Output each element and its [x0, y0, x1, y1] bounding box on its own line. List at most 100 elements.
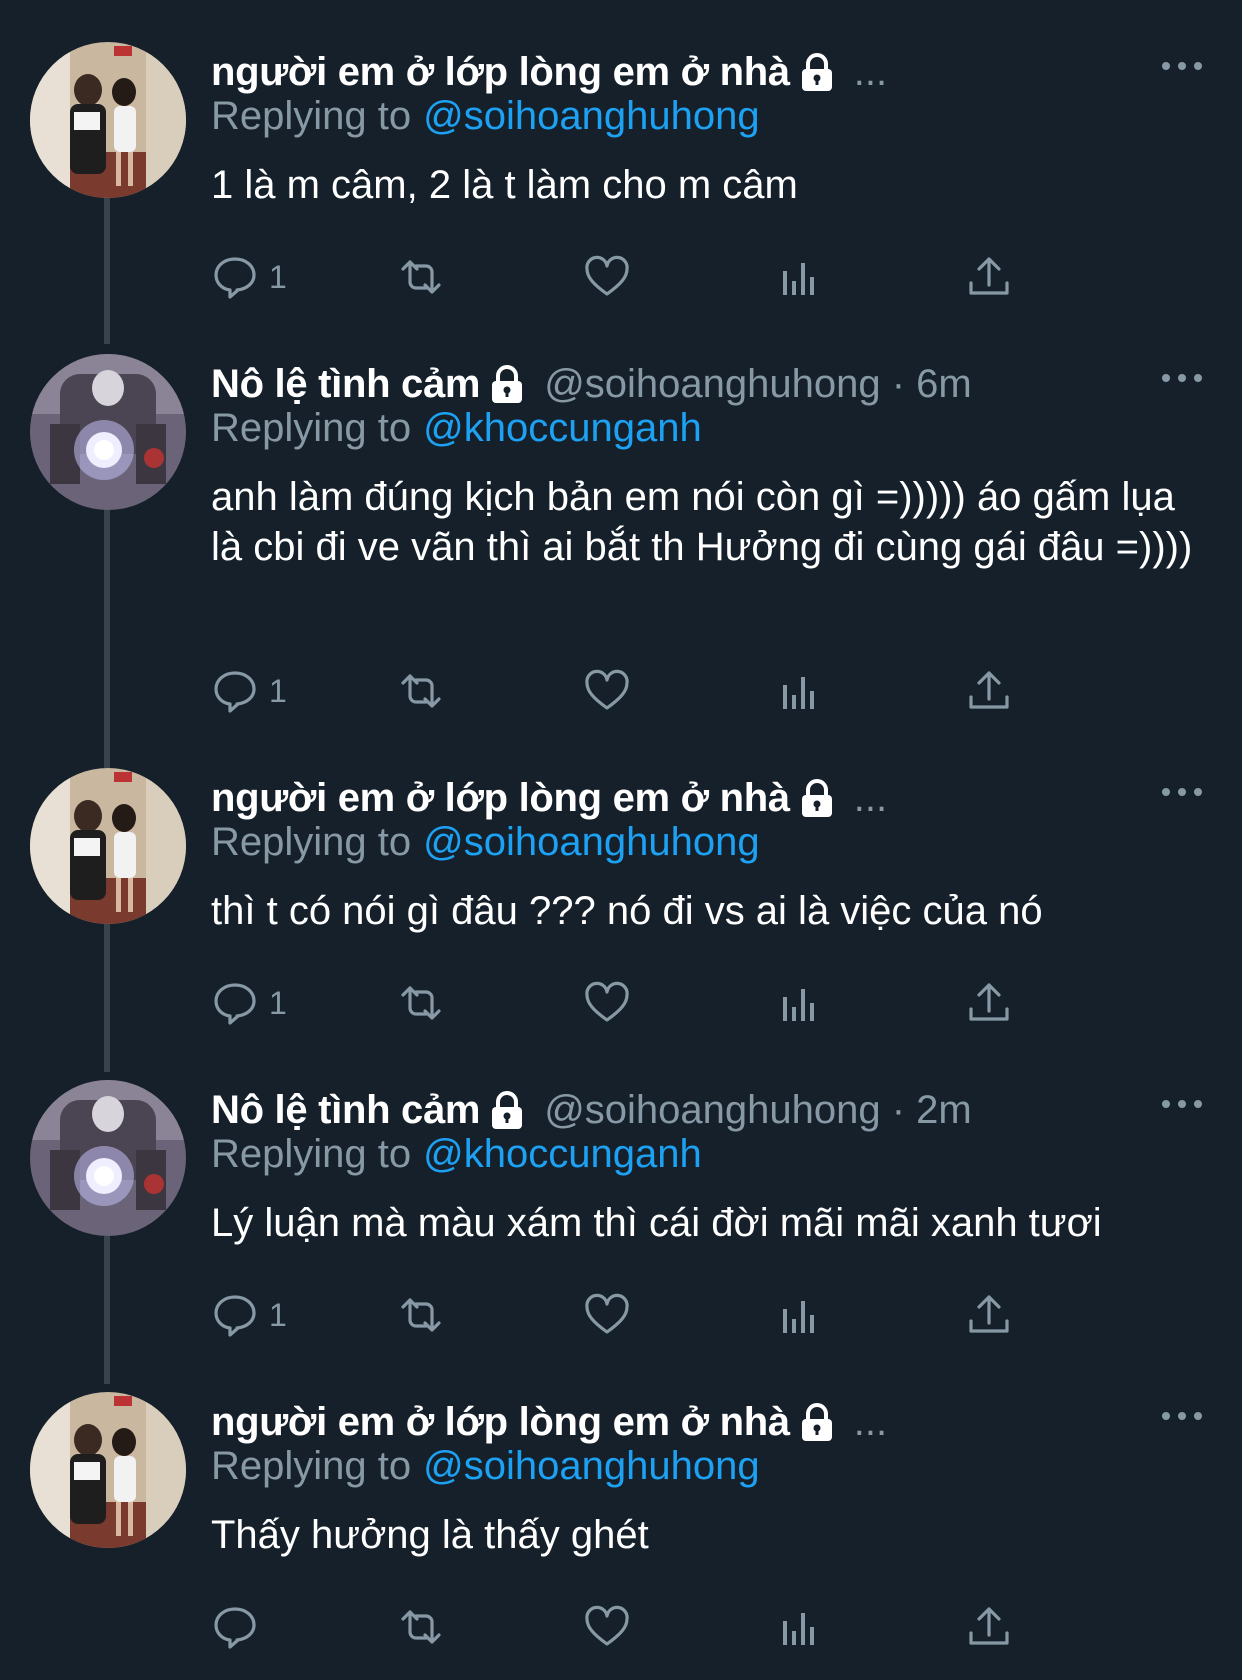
tweet[interactable]: Nô lệ tình cảm @soihoanghuhong · 2m Repl…: [0, 1080, 1242, 1360]
heart-icon: [583, 667, 631, 715]
replying-label: Replying to: [211, 820, 412, 864]
replying-to: Replying to @soihoanghuhong: [211, 1444, 760, 1489]
retweet-icon: [397, 1291, 445, 1339]
tweet[interactable]: người em ở lớp lòng em ở nhà ... Replyin…: [0, 42, 1242, 322]
lock-icon: [486, 1089, 528, 1131]
display-name[interactable]: người em ở lớp lòng em ở nhà: [211, 776, 790, 821]
retweet-button[interactable]: [397, 1290, 445, 1340]
analytics-button[interactable]: [775, 978, 823, 1028]
analytics-button[interactable]: [775, 1602, 823, 1652]
tweet-actions: 1: [211, 252, 1111, 302]
tweet-header: người em ở lớp lòng em ở nhà ...: [211, 46, 887, 98]
bike-headlight-avatar: [30, 1080, 186, 1236]
replying-label: Replying to: [211, 406, 412, 450]
reply-count: 1: [269, 672, 287, 709]
analytics-button[interactable]: [775, 252, 823, 302]
reply-button[interactable]: 1: [211, 252, 287, 302]
reply-icon: [211, 253, 259, 301]
retweet-icon: [397, 979, 445, 1027]
handle-and-time[interactable]: @soihoanghuhong · 2m: [544, 1088, 972, 1133]
tweet-text: 1 là m câm, 2 là t làm cho m câm: [211, 163, 798, 207]
avatar[interactable]: [30, 42, 186, 198]
couple-photo-avatar: [30, 42, 186, 198]
reply-button[interactable]: 1: [211, 978, 287, 1028]
replying-to: Replying to @soihoanghuhong: [211, 94, 760, 139]
share-button[interactable]: [965, 1290, 1013, 1340]
heart-icon: [583, 1603, 631, 1651]
avatar[interactable]: [30, 1080, 186, 1236]
bike-headlight-avatar: [30, 354, 186, 510]
share-button[interactable]: [965, 666, 1013, 716]
reply-button[interactable]: 1: [211, 666, 287, 716]
retweet-button[interactable]: [397, 252, 445, 302]
avatar[interactable]: [30, 768, 186, 924]
analytics-icon: [775, 253, 823, 301]
lock-icon: [486, 363, 528, 405]
analytics-button[interactable]: [775, 666, 823, 716]
replying-label: Replying to: [211, 1444, 412, 1488]
tweet[interactable]: người em ở lớp lòng em ở nhà ... Replyin…: [0, 768, 1242, 1048]
more-options-icon[interactable]: [1162, 782, 1202, 802]
conversation-thread: người em ở lớp lòng em ở nhà ... Replyin…: [0, 0, 1242, 1680]
like-button[interactable]: [583, 666, 631, 716]
analytics-icon: [775, 667, 823, 715]
truncated-handle: ...: [853, 775, 888, 820]
avatar[interactable]: [30, 354, 186, 510]
like-button[interactable]: [583, 1602, 631, 1652]
tweet-header: Nô lệ tình cảm @soihoanghuhong · 2m: [211, 1084, 972, 1136]
tweet-actions: 1: [211, 1290, 1111, 1340]
retweet-button[interactable]: [397, 666, 445, 716]
share-icon: [965, 667, 1013, 715]
retweet-icon: [397, 667, 445, 715]
mention-link[interactable]: @soihoanghuhong: [423, 1444, 759, 1488]
like-button[interactable]: [583, 1290, 631, 1340]
mention-link[interactable]: @khoccunganh: [423, 406, 702, 450]
mention-link[interactable]: @khoccunganh: [423, 1132, 702, 1176]
replying-label: Replying to: [211, 1132, 412, 1176]
reply-icon: [211, 1603, 259, 1651]
share-icon: [965, 1603, 1013, 1651]
reply-button[interactable]: 1: [211, 1290, 287, 1340]
like-button[interactable]: [583, 978, 631, 1028]
share-button[interactable]: [965, 1602, 1013, 1652]
reply-icon: [211, 979, 259, 1027]
replying-to: Replying to @khoccunganh: [211, 406, 702, 451]
display-name[interactable]: Nô lệ tình cảm: [211, 362, 480, 407]
replying-label: Replying to: [211, 94, 412, 138]
handle-and-time[interactable]: @soihoanghuhong · 6m: [544, 362, 972, 407]
lock-icon: [796, 51, 838, 93]
more-options-icon[interactable]: [1162, 368, 1202, 388]
share-button[interactable]: [965, 252, 1013, 302]
tweet-header: người em ở lớp lòng em ở nhà ...: [211, 1396, 887, 1448]
reply-count: 1: [269, 1296, 287, 1333]
reply-icon: [211, 1291, 259, 1339]
lock-icon: [796, 777, 838, 819]
tweet-text: Thấy hưởng là thấy ghét: [211, 1513, 649, 1557]
like-button[interactable]: [583, 252, 631, 302]
tweet-actions: [211, 1602, 1111, 1652]
heart-icon: [583, 1291, 631, 1339]
more-options-icon[interactable]: [1162, 1094, 1202, 1114]
display-name[interactable]: người em ở lớp lòng em ở nhà: [211, 50, 790, 95]
more-options-icon[interactable]: [1162, 56, 1202, 76]
display-name[interactable]: Nô lệ tình cảm: [211, 1088, 480, 1133]
tweet[interactable]: người em ở lớp lòng em ở nhà ... Replyin…: [0, 1392, 1242, 1672]
display-name[interactable]: người em ở lớp lòng em ở nhà: [211, 1400, 790, 1445]
reply-button[interactable]: [211, 1602, 269, 1652]
mention-link[interactable]: @soihoanghuhong: [423, 820, 759, 864]
tweet-header: Nô lệ tình cảm @soihoanghuhong · 6m: [211, 358, 972, 410]
retweet-icon: [397, 1603, 445, 1651]
tweet-text: Lý luận mà màu xám thì cái đời mãi mãi x…: [211, 1201, 1102, 1245]
retweet-button[interactable]: [397, 978, 445, 1028]
tweet[interactable]: Nô lệ tình cảm @soihoanghuhong · 6m Repl…: [0, 354, 1242, 744]
mention-link[interactable]: @soihoanghuhong: [423, 94, 759, 138]
tweet-actions: 1: [211, 666, 1111, 716]
avatar[interactable]: [30, 1392, 186, 1548]
couple-photo-avatar: [30, 1392, 186, 1548]
more-options-icon[interactable]: [1162, 1406, 1202, 1426]
analytics-icon: [775, 979, 823, 1027]
retweet-button[interactable]: [397, 1602, 445, 1652]
analytics-button[interactable]: [775, 1290, 823, 1340]
truncated-handle: ...: [853, 49, 888, 94]
share-button[interactable]: [965, 978, 1013, 1028]
